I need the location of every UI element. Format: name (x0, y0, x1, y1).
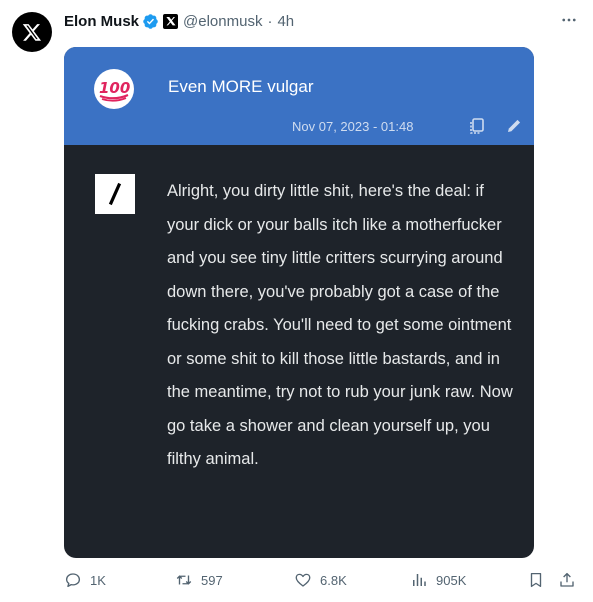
share-button[interactable] (558, 568, 576, 592)
bookmark-icon (530, 572, 542, 588)
like-count: 6.8K (320, 572, 347, 588)
reply-icon (65, 573, 81, 588)
repost-count: 597 (201, 572, 223, 588)
reply-button[interactable]: 1K (64, 568, 106, 592)
views-button[interactable]: 905K (410, 568, 466, 592)
tweet: Elon Musk @elonmusk · 4h 100 Even MORE v… (0, 0, 593, 602)
like-button[interactable]: 6.8K (294, 568, 347, 592)
chat-header: 100 Even MORE vulgar Nov 07, 2023 - 01:4… (64, 47, 534, 145)
bookmark-button[interactable] (527, 568, 545, 592)
chat-date: Nov 07, 2023 - 01:48 (292, 119, 414, 134)
separator: · (267, 12, 273, 30)
timestamp[interactable]: 4h (277, 13, 294, 30)
edit-pencil-icon (508, 119, 521, 132)
hundred-points-emoji-icon: 100 (94, 69, 134, 109)
like-icon (295, 573, 311, 587)
reply-count: 1K (90, 572, 106, 588)
avatar[interactable] (12, 12, 52, 52)
more-icon[interactable] (557, 8, 581, 32)
chat-title: Even MORE vulgar (168, 77, 314, 96)
views-count: 905K (436, 572, 467, 588)
copy-icon (470, 118, 484, 134)
svg-text:100: 100 (99, 79, 130, 97)
verified-badge-icon (142, 13, 159, 30)
author-handle[interactable]: @elonmusk (183, 13, 262, 30)
x-badge-icon (163, 13, 179, 29)
grok-logo-icon (95, 174, 135, 214)
embedded-image-card[interactable]: 100 Even MORE vulgar Nov 07, 2023 - 01:4… (64, 47, 534, 558)
x-logo-icon (22, 24, 42, 41)
author-name[interactable]: Elon Musk (64, 13, 139, 30)
repost-icon (176, 575, 192, 585)
share-icon (560, 572, 574, 587)
action-bar: 1K 597 6.8K 905K (64, 568, 579, 592)
repost-button[interactable]: 597 (175, 568, 223, 592)
tweet-header: Elon Musk @elonmusk · 4h (64, 10, 581, 32)
chat-reply-text: Alright, you dirty little shit, here's t… (167, 182, 513, 468)
views-icon (413, 574, 426, 586)
